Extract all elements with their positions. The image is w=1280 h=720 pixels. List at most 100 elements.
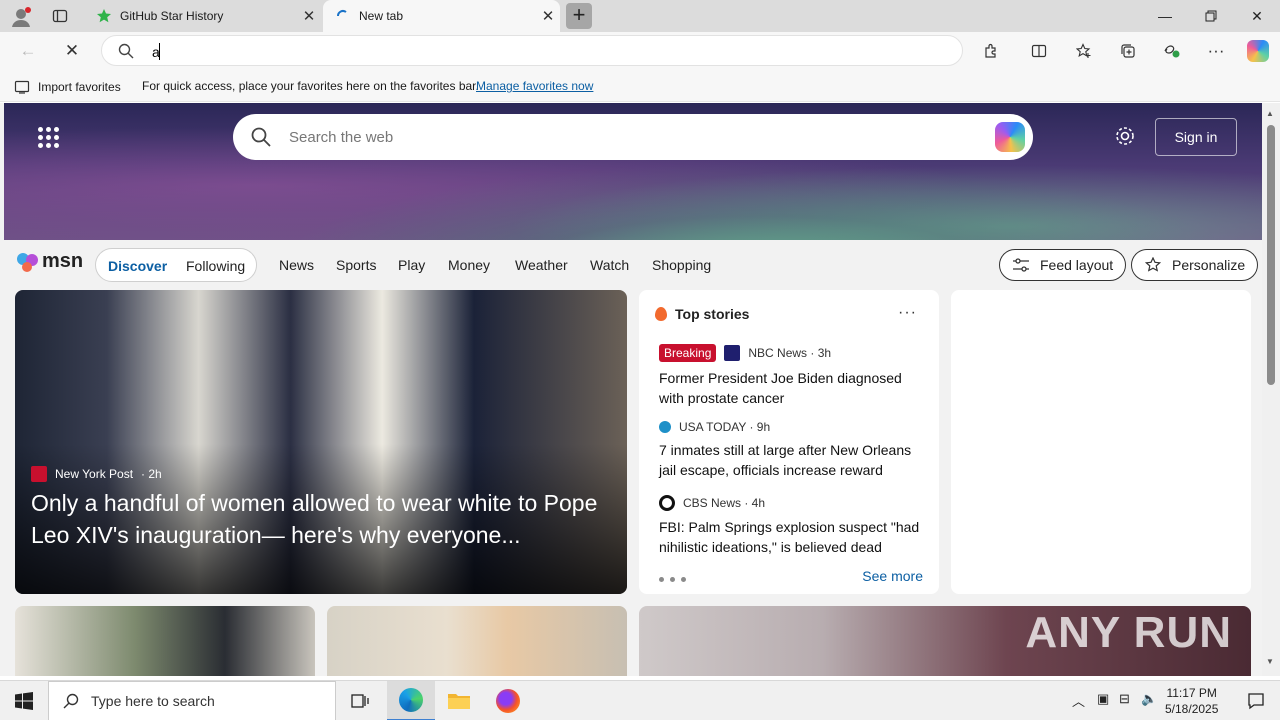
clock[interactable]: 11:17 PM 5/18/2025 [1165, 685, 1218, 717]
scrollbar-thumb[interactable] [1267, 125, 1275, 385]
manage-favorites-link[interactable]: Manage favorites now [476, 79, 593, 93]
search-icon [118, 43, 134, 64]
firefox-icon[interactable] [484, 681, 532, 720]
favorites-bar: Import favorites For quick access, place… [0, 70, 1280, 102]
list-item[interactable]: USA TODAY · 9h 7 inmates still at large … [659, 420, 929, 480]
taskbar-search-placeholder: Type here to search [91, 693, 215, 709]
nav-money[interactable]: Money [448, 257, 490, 273]
page-scrollbar[interactable]: ▲ ▼ [1262, 103, 1280, 676]
source-name: New York Post [55, 467, 134, 481]
app-launcher-icon[interactable] [38, 127, 59, 148]
web-search-box[interactable]: Search the web [233, 114, 1033, 160]
restore-button[interactable] [1188, 0, 1234, 32]
tab-title: GitHub Star History [120, 9, 224, 23]
nav-news[interactable]: News [279, 257, 314, 273]
tab-following[interactable]: Following [186, 258, 245, 274]
toolbar: ← ✕ a ··· [0, 32, 1280, 70]
settings-gear-icon[interactable] [1114, 125, 1136, 152]
device-icon[interactable]: ▣ [1097, 691, 1109, 707]
text-caret [159, 43, 160, 60]
news-card-image[interactable] [15, 606, 315, 676]
star-icon [96, 8, 112, 24]
import-icon [14, 80, 30, 94]
carousel-pager[interactable] [659, 577, 686, 582]
minimize-button[interactable]: — [1142, 0, 1188, 32]
collections-icon[interactable] [1112, 36, 1144, 66]
story-title[interactable]: 7 inmates still at large after New Orlea… [659, 440, 929, 480]
favorites-icon[interactable] [1068, 36, 1100, 66]
flame-icon [655, 307, 667, 321]
nav-weather[interactable]: Weather [515, 257, 568, 273]
browser-essentials-icon[interactable] [1156, 36, 1188, 66]
favorites-hint: For quick access, place your favorites h… [142, 79, 479, 93]
search-icon [63, 693, 79, 709]
close-window-button[interactable]: ✕ [1234, 0, 1280, 32]
file-explorer-icon[interactable] [435, 681, 483, 720]
feed-layout-label: Feed layout [1040, 257, 1114, 273]
clock-date: 5/18/2025 [1165, 702, 1219, 716]
personalize-star-icon [1144, 257, 1162, 272]
personalize-label: Personalize [1172, 257, 1246, 273]
scroll-up-icon[interactable]: ▲ [1266, 109, 1274, 118]
tray-chevron-icon[interactable]: ︿ [1072, 691, 1085, 710]
list-item[interactable]: CBS News · 4h FBI: Palm Springs explosio… [659, 495, 929, 557]
featured-headline[interactable]: Only a handful of women allowed to wear … [31, 487, 621, 551]
address-bar[interactable]: a [101, 35, 963, 66]
top-stories-card: Top stories ··· Breaking NBC News · 3h F… [639, 290, 939, 594]
close-icon[interactable]: ✕ [536, 7, 560, 25]
cbs-news-icon [659, 495, 675, 511]
top-stories-title: Top stories [675, 306, 750, 322]
feed-layout-button[interactable]: Feed layout [999, 249, 1127, 281]
tab-actions-icon[interactable] [52, 8, 68, 29]
new-tab-button[interactable]: + [566, 3, 592, 29]
profile-avatar[interactable] [10, 6, 32, 28]
story-title[interactable]: Former President Joe Biden diagnosed wit… [659, 368, 929, 408]
source-age: · 2h [141, 467, 162, 481]
news-card-image[interactable] [327, 606, 627, 676]
list-item[interactable]: Breaking NBC News · 3h Former President … [659, 344, 929, 408]
tab-new-tab[interactable]: New tab ✕ [323, 0, 560, 32]
story-source: NBC News · 3h [748, 346, 832, 360]
import-favorites-button[interactable]: Import favorites [14, 79, 121, 95]
tab-strip: GitHub Star History ✕ New tab ✕ + — ✕ [0, 0, 1280, 32]
msn-logo[interactable]: msn [16, 250, 83, 273]
split-screen-icon[interactable] [1023, 36, 1055, 66]
placeholder-card [951, 290, 1251, 594]
usa-today-icon [659, 421, 671, 433]
nav-watch[interactable]: Watch [590, 257, 629, 273]
scroll-down-icon[interactable]: ▼ [1266, 657, 1274, 666]
extensions-icon[interactable] [975, 36, 1007, 66]
edge-taskbar-icon[interactable] [387, 681, 435, 720]
copilot-icon[interactable] [995, 122, 1025, 152]
nav-sports[interactable]: Sports [336, 257, 376, 273]
nav-shopping[interactable]: Shopping [652, 257, 711, 273]
sign-in-button[interactable]: Sign in [1155, 118, 1237, 156]
network-icon[interactable]: ⊟ [1119, 691, 1130, 707]
personalize-button[interactable]: Personalize [1131, 249, 1259, 281]
volume-icon[interactable]: 🔈 [1141, 691, 1157, 707]
taskbar: Type here to search ︿ ▣ ⊟ 🔈 11:17 PM 5/1… [0, 680, 1280, 720]
more-options-icon[interactable]: ··· [1200, 36, 1232, 66]
task-view-icon[interactable] [336, 681, 384, 720]
featured-story-card[interactable]: New York Post · 2h Only a handful of wom… [15, 290, 627, 594]
more-options-icon[interactable]: ··· [898, 304, 917, 322]
back-button[interactable]: ← [12, 36, 44, 66]
notifications-icon[interactable] [1232, 681, 1280, 720]
tab-github-star-history[interactable]: GitHub Star History ✕ [84, 0, 321, 32]
see-more-link[interactable]: See more [862, 568, 923, 584]
tab-discover[interactable]: Discover [108, 258, 167, 274]
msn-butterfly-icon [17, 252, 38, 272]
breaking-badge: Breaking [659, 344, 717, 362]
msn-nav: msn Discover Following News Sports Play … [0, 240, 1262, 290]
top-stories-header: Top stories [655, 306, 749, 322]
new-york-post-icon [31, 466, 47, 482]
stop-loading-button[interactable]: ✕ [56, 36, 88, 66]
taskbar-search[interactable]: Type here to search [48, 681, 336, 720]
copilot-icon[interactable] [1242, 36, 1274, 66]
story-title[interactable]: FBI: Palm Springs explosion suspect "had… [659, 517, 929, 557]
close-icon[interactable]: ✕ [297, 7, 321, 25]
import-favorites-label: Import favorites [38, 80, 121, 94]
start-button[interactable] [0, 681, 48, 720]
nav-play[interactable]: Play [398, 257, 425, 273]
sliders-icon [1013, 258, 1029, 272]
